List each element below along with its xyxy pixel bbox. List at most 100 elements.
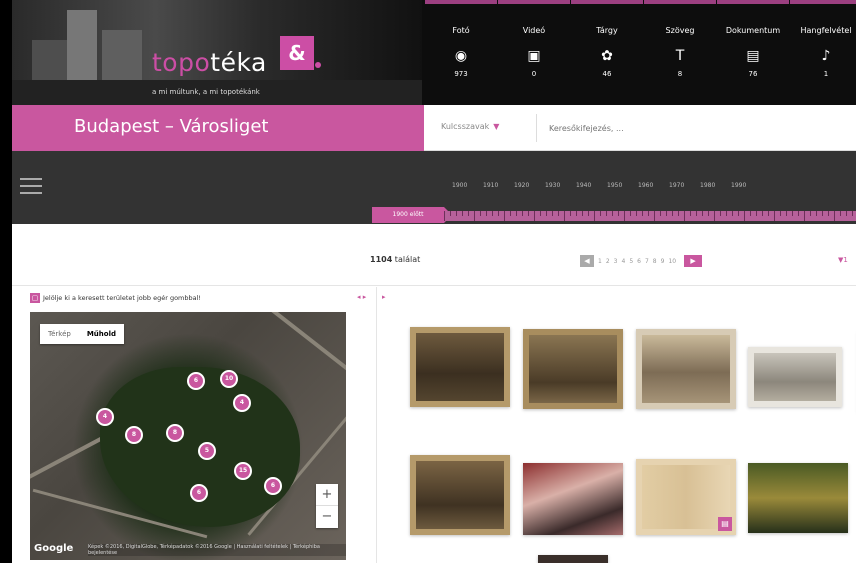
timeline-tick xyxy=(720,211,721,216)
map-marker[interactable]: 6 xyxy=(190,484,208,502)
map-marker[interactable]: 15 xyxy=(234,462,252,480)
tab-label: Fotó xyxy=(452,26,470,35)
map-marker[interactable]: 10 xyxy=(220,370,238,388)
tab-label: Szöveg xyxy=(665,26,695,35)
map-marker[interactable]: 4 xyxy=(96,408,114,426)
page-number[interactable]: 8 xyxy=(653,258,657,265)
text-icon: T xyxy=(675,48,685,64)
search-input[interactable] xyxy=(549,118,849,138)
timeline-tick xyxy=(828,211,829,216)
map-type-option[interactable]: Térkép xyxy=(40,324,79,344)
timeline-tick xyxy=(606,211,607,216)
keywords-dropdown[interactable]: Kulcsszavak ▼ xyxy=(441,122,499,131)
sort-toggle[interactable]: ▼1 xyxy=(838,256,848,264)
map-attribution[interactable]: Képek ©2016, DigitalGlobe, Térképadatok … xyxy=(88,544,346,556)
tab-count: 1 xyxy=(823,70,829,78)
map-type-option-active[interactable]: Műhold xyxy=(79,324,124,344)
map-marker[interactable]: 8 xyxy=(166,424,184,442)
result-thumbnail[interactable] xyxy=(523,329,623,409)
timeline-year[interactable]: 1910 xyxy=(483,182,508,189)
tab-targy[interactable]: Tárgy ✿ 46 xyxy=(571,0,643,105)
object-icon: ✿ xyxy=(601,48,613,64)
page-number[interactable]: 5 xyxy=(629,258,633,265)
timeline-before-1900[interactable]: 1900 előtt xyxy=(372,207,452,223)
result-thumbnail[interactable] xyxy=(748,463,848,533)
timeline-tick xyxy=(468,211,469,216)
tab-label: Dokumentum xyxy=(725,26,781,35)
result-thumbnail[interactable] xyxy=(538,555,608,563)
timeline-year[interactable]: 1930 xyxy=(545,182,570,189)
result-thumbnail[interactable]: ▤ xyxy=(636,459,736,535)
page-number[interactable]: 3 xyxy=(614,258,618,265)
timeline-tick xyxy=(462,211,463,216)
timeline-year[interactable]: 1900 xyxy=(452,182,477,189)
result-thumbnail[interactable] xyxy=(410,327,510,407)
tab-video[interactable]: Videó ▣ 0 xyxy=(498,0,570,105)
map-marker[interactable]: 8 xyxy=(125,426,143,444)
satellite-map[interactable]: Térkép Műhold 6 10 4 4 8 8 5 15 6 6 + − … xyxy=(30,312,346,560)
map-marker[interactable]: 6 xyxy=(187,372,205,390)
page-number[interactable]: 6 xyxy=(637,258,641,265)
zoom-out-button[interactable]: − xyxy=(316,506,338,528)
hamburger-menu-icon[interactable] xyxy=(20,178,42,194)
page-number[interactable]: 4 xyxy=(621,258,625,265)
result-thumbnail[interactable] xyxy=(410,455,510,535)
result-thumbnail[interactable] xyxy=(748,347,842,407)
tab-label: Videó xyxy=(522,26,546,35)
timeline-tick xyxy=(492,211,493,216)
timeline-tick xyxy=(732,211,733,216)
collapse-panel-arrows-icon[interactable]: ◂ ▸ xyxy=(357,293,366,301)
timeline-track[interactable] xyxy=(444,211,856,221)
timeline-tick xyxy=(600,211,601,216)
zoom-in-button[interactable]: + xyxy=(316,484,338,506)
tab-count: 973 xyxy=(454,70,468,78)
timeline-tick xyxy=(690,211,691,216)
timeline-tick xyxy=(708,211,709,216)
page-number[interactable]: 1 xyxy=(598,258,602,265)
timeline-year[interactable]: 1970 xyxy=(669,182,694,189)
next-page-button[interactable]: ▶ xyxy=(684,255,703,267)
tab-count: 8 xyxy=(677,70,683,78)
page-title: Budapest – Városliget xyxy=(74,116,269,137)
tab-szoveg[interactable]: Szöveg T 8 xyxy=(644,0,716,105)
timeline-bar: 1900 1910 1920 1930 1940 1950 1960 1970 … xyxy=(12,151,856,224)
prev-page-button[interactable]: ◀ xyxy=(580,255,594,267)
map-marker[interactable]: 6 xyxy=(264,477,282,495)
timeline-tick xyxy=(792,211,793,216)
timeline-tick xyxy=(534,211,535,221)
page-number[interactable]: 10 xyxy=(668,258,676,265)
timeline-tick xyxy=(840,211,841,216)
timeline-tick xyxy=(834,211,835,221)
tab-hangfelvetel[interactable]: Hangfelvétel ♪ 1 xyxy=(790,0,856,105)
timeline-year[interactable]: 1960 xyxy=(638,182,663,189)
site-logo[interactable]: topotéka xyxy=(152,48,267,77)
selection-icon: ▢ xyxy=(30,293,40,303)
search-bar: Kulcsszavak ▼ xyxy=(424,105,856,151)
timeline-year[interactable]: 1920 xyxy=(514,182,539,189)
tagline: a mi múltunk, a mi topotékánk xyxy=(152,88,260,96)
timeline-tick xyxy=(486,211,487,216)
result-thumbnail[interactable] xyxy=(523,463,623,535)
keywords-label: Kulcsszavak xyxy=(441,122,490,131)
timeline-tick xyxy=(744,211,745,221)
tab-foto[interactable]: Fotó ◉ 973 xyxy=(425,0,497,105)
timeline-tick xyxy=(660,211,661,216)
timeline-year[interactable]: 1980 xyxy=(700,182,725,189)
tab-dokumentum[interactable]: Dokumentum ▤ 76 xyxy=(717,0,789,105)
results-bar: 1104 találat ◀ 1 2 3 4 5 6 7 8 9 10 ▶ ▼1 xyxy=(12,224,856,286)
timeline-year[interactable]: 1950 xyxy=(607,182,632,189)
page-number[interactable]: 7 xyxy=(645,258,649,265)
timeline-tick xyxy=(558,211,559,216)
page-number[interactable]: 9 xyxy=(661,258,665,265)
map-marker[interactable]: 4 xyxy=(233,394,251,412)
timeline-tick xyxy=(816,211,817,216)
result-thumbnail[interactable] xyxy=(636,329,736,409)
timeline-tick xyxy=(612,211,613,216)
timeline-tick xyxy=(618,211,619,216)
map-marker[interactable]: 5 xyxy=(198,442,216,460)
expand-panel-arrow-icon[interactable]: ▸ xyxy=(382,293,386,301)
timeline-year[interactable]: 1990 xyxy=(731,182,756,189)
timeline-tick xyxy=(822,211,823,216)
page-number[interactable]: 2 xyxy=(606,258,610,265)
timeline-year[interactable]: 1940 xyxy=(576,182,601,189)
